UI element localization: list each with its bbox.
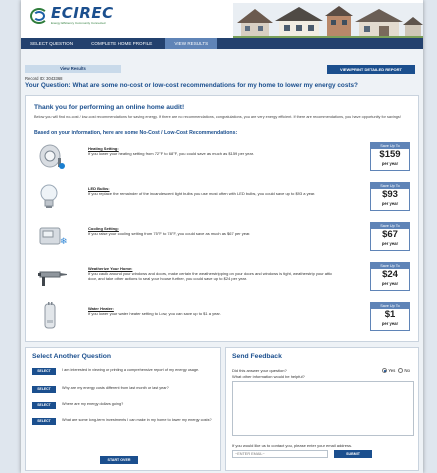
contact-label: If you would like us to contact you, ple…: [232, 443, 353, 448]
question-heading: Your Question: What are some no-cost or …: [25, 82, 358, 89]
audit-results-panel: Thank you for performing an online home …: [25, 95, 419, 342]
caulk-gun-icon: [38, 271, 67, 286]
site-header: ECIREC Energy Efficiency Community Conne…: [21, 0, 423, 39]
savings-amount: $1: [384, 309, 396, 320]
audit-title: Thank you for performing an online home …: [34, 104, 185, 111]
view-print-report-button[interactable]: VIEW/PRINT DETAILED REPORT: [327, 65, 415, 74]
per-year-label: per year: [381, 321, 399, 326]
recommendation-text: If you lower your heating setting from 7…: [88, 151, 254, 156]
no-option[interactable]: No: [398, 368, 410, 374]
select-question-title: Select Another Question: [32, 353, 112, 360]
no-label: No: [404, 368, 410, 373]
feedback-question: Did this answer your question?: [232, 368, 287, 373]
select-button[interactable]: SELECT: [32, 386, 56, 393]
cooling-thermostat-icon: ❄: [39, 227, 68, 247]
view-results-tab[interactable]: View Results: [25, 65, 121, 73]
select-button[interactable]: SELECT: [32, 368, 56, 375]
recommendation-item: Water Heater: If you lower your water he…: [34, 300, 412, 334]
ecirec-logo[interactable]: ECIREC Energy Efficiency Community Conne…: [29, 6, 114, 25]
recommendation-text: If you replace the remainder of the inca…: [88, 191, 316, 196]
main-content: View Results VIEW/PRINT DETAILED REPORT …: [21, 49, 423, 473]
recommendation-text: If you raise your cooling setting from 7…: [88, 231, 251, 236]
send-feedback-panel: Send Feedback Did this answer your quest…: [225, 347, 419, 471]
savings-amount: $159: [379, 149, 401, 160]
led-bulb-icon: [40, 184, 58, 208]
nav-view-results[interactable]: VIEW RESULTS: [165, 38, 218, 49]
submit-button[interactable]: SUBMIT: [334, 450, 372, 458]
lower-panels: Select Another Question SELECT I am inte…: [25, 347, 419, 473]
yes-label: Yes: [388, 368, 396, 373]
question-text: Why are my energy costs different from l…: [62, 386, 169, 390]
answer-radio-group: Yes No: [382, 368, 410, 374]
water-heater-icon: [44, 302, 56, 329]
recommendation-item: LED Bulbs: If you replace the remainder …: [34, 180, 412, 214]
per-year-label: per year: [381, 241, 399, 246]
yes-option[interactable]: Yes: [382, 368, 396, 374]
recommendation-item: Weatherize Your Home: If you caulk aroun…: [34, 260, 412, 294]
recommendation-item: Heating Setting: If you lower your heati…: [34, 140, 412, 174]
select-button[interactable]: SELECT: [32, 402, 56, 409]
thermostat-icon: [39, 144, 65, 169]
per-year-label: per year: [381, 161, 399, 166]
email-input[interactable]: [232, 450, 328, 458]
select-question-panel: Select Another Question SELECT I am inte…: [25, 347, 221, 471]
savings-amount: $93: [382, 189, 398, 200]
nav-select-question[interactable]: SELECT QUESTION: [21, 38, 82, 49]
no-radio[interactable]: [398, 368, 404, 374]
app-frame: ECIREC Energy Efficiency Community Conne…: [21, 0, 423, 473]
savings-amount: $24: [382, 269, 398, 280]
audit-intro: Below you will find no-cost / low-cost r…: [34, 115, 401, 119]
recommendation-text: If you caulk around your windows and doo…: [88, 271, 333, 281]
main-nav: SELECT QUESTION COMPLETE HOME PROFILE VI…: [21, 38, 423, 49]
houses-banner-image: [233, 3, 423, 39]
start-over-button[interactable]: START OVER: [100, 456, 138, 464]
savings-box: Save Up To $24 per year: [370, 262, 410, 291]
savings-box: Save Up To $1 per year: [370, 302, 410, 331]
savings-box: Save Up To $159 per year: [370, 142, 410, 171]
nav-complete-home-profile[interactable]: COMPLETE HOME PROFILE: [82, 38, 161, 49]
select-button[interactable]: SELECT: [32, 418, 56, 425]
savings-box: Save Up To $93 per year: [370, 182, 410, 211]
per-year-label: per year: [381, 281, 399, 286]
other-info-label: What other information would be helpful?: [232, 374, 305, 379]
question-text: I am interested in viewing or printing a…: [62, 368, 200, 372]
logo-tagline: Energy Efficiency Community Connected: [51, 21, 106, 25]
feedback-title: Send Feedback: [232, 353, 282, 360]
per-year-label: per year: [381, 201, 399, 206]
record-id: Record ID: 3043368: [25, 76, 63, 81]
yes-radio[interactable]: [382, 368, 388, 374]
svg-text:❄: ❄: [60, 237, 68, 247]
savings-box: Save Up To $67 per year: [370, 222, 410, 251]
question-text: What are some long-term investments I ca…: [62, 418, 212, 422]
recommendation-item: ❄ Cooling Setting: If you raise your coo…: [34, 220, 412, 254]
question-text: Where are my energy dollars going?: [62, 402, 124, 406]
recommendations-heading: Based on your information, here are some…: [34, 130, 238, 136]
logo-swoosh-icon: [29, 7, 49, 25]
savings-amount: $67: [382, 229, 398, 240]
feedback-textarea[interactable]: [232, 381, 414, 436]
logo-name: ECIREC: [51, 4, 114, 22]
recommendation-text: If you lower your water heater setting t…: [88, 311, 221, 316]
